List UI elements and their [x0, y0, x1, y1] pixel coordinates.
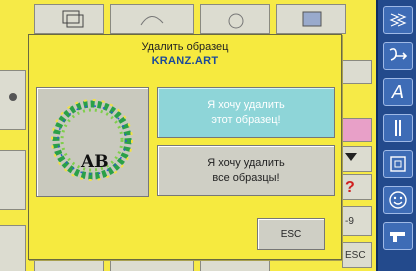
design-icon — [62, 10, 84, 28]
hoop-icon — [390, 156, 406, 172]
bg-tile-right-4[interactable]: ? — [342, 174, 372, 200]
design-icon — [140, 16, 164, 26]
right-toolbar: A — [376, 0, 416, 271]
smiley-icon — [389, 191, 407, 209]
design-icon — [9, 93, 17, 101]
bg-tile-top-1[interactable] — [34, 4, 104, 34]
bg-tile-right-5[interactable]: -9 — [342, 206, 372, 236]
column-stitch-icon — [395, 120, 401, 136]
pattern-preview: AB — [36, 87, 149, 197]
bg-tile-left-2[interactable] — [0, 150, 26, 210]
esc-button[interactable]: ESC — [257, 218, 325, 250]
bg-tile-right-1[interactable] — [342, 60, 372, 84]
preview-monogram: AB — [81, 152, 109, 172]
bg-tile-right-3[interactable] — [342, 146, 372, 172]
bg-tile-left-1[interactable] — [0, 70, 26, 130]
embroidery-pattern-icon — [389, 13, 407, 27]
side-label-9: -9 — [345, 216, 354, 227]
delete-all-patterns-button[interactable]: Я хочу удалить все образцы! — [157, 145, 335, 196]
machine-icon — [390, 232, 405, 242]
dialog-filename: KRANZ.ART — [151, 55, 219, 67]
bg-tile-top-4[interactable] — [276, 4, 346, 34]
wreath-image — [51, 99, 133, 181]
column-stitch-button[interactable] — [383, 114, 413, 142]
hoop-button[interactable] — [383, 150, 413, 178]
sewing-machine-screen: ? -9 ESC A Удалить образец KRANZ.ART AB … — [0, 0, 416, 271]
dialog-title: Удалить образец — [141, 41, 229, 53]
bg-tile-right-6[interactable]: ESC — [342, 242, 372, 268]
bg-tile-top-2[interactable] — [110, 4, 194, 34]
alphabet-button[interactable]: A — [383, 78, 413, 106]
bg-tile-left-3[interactable] — [0, 225, 26, 271]
side-label-esc: ESC — [345, 250, 366, 261]
stitch-move-button[interactable] — [383, 42, 413, 70]
delete-pattern-dialog: Удалить образец KRANZ.ART AB Я хочу удал… — [28, 34, 342, 260]
delete-this-pattern-button[interactable]: Я хочу удалить этот образец! — [157, 87, 335, 138]
design-icon — [302, 11, 322, 27]
alphabet-icon: A — [391, 81, 405, 103]
smiley-button[interactable] — [383, 186, 413, 214]
embroidery-pattern-button[interactable] — [383, 6, 413, 34]
machine-button[interactable] — [383, 222, 413, 250]
bg-tile-right-2[interactable] — [342, 118, 372, 142]
stitch-move-icon — [389, 48, 408, 61]
bg-tile-top-3[interactable] — [200, 4, 270, 34]
triangle-icon — [345, 153, 357, 161]
design-icon — [228, 13, 244, 29]
question-label: ? — [345, 179, 355, 196]
